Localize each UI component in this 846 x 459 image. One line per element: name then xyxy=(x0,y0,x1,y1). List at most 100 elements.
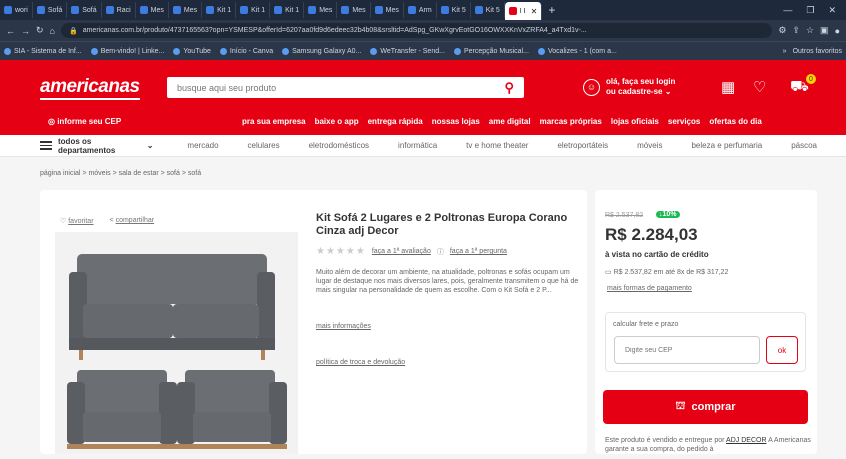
tab-label: Kit 1 xyxy=(285,6,300,14)
buy-button[interactable]: ⛫ comprar xyxy=(603,390,808,424)
bookmark-favicon-icon xyxy=(370,47,378,55)
browser-tab[interactable]: Mes xyxy=(371,2,404,18)
bookmark-star-icon[interactable]: ☆ xyxy=(806,25,814,36)
return-policy-link[interactable]: política de troca e devolução xyxy=(316,359,405,366)
bookmarks-more[interactable]: » xyxy=(783,48,787,55)
category-item[interactable]: eletroportáteis xyxy=(557,141,608,150)
bookmark-item[interactable]: WeTransfer - Send... xyxy=(370,47,445,55)
browser-tab[interactable]: Kit 1 xyxy=(236,2,271,18)
url-field[interactable]: 🔒 americanas.com.br/produto/4737165563?o… xyxy=(60,23,773,38)
browser-tab[interactable]: I I ✕ xyxy=(504,2,543,20)
share-icon[interactable]: ⇪ xyxy=(792,25,800,36)
browser-tab[interactable]: Mes xyxy=(169,2,203,18)
browser-tab[interactable]: Kit 1 xyxy=(202,2,237,18)
category-item[interactable]: beleza e perfumaria xyxy=(691,141,762,150)
sidebar-icon[interactable]: ▣ xyxy=(820,25,829,36)
browser-tab[interactable]: Mes xyxy=(136,2,169,18)
price: R$ 2.284,03 xyxy=(605,225,698,244)
category-item[interactable]: eletrodomésticos xyxy=(309,141,369,150)
category-item[interactable]: informática xyxy=(398,141,437,150)
tab-label: Kit 5 xyxy=(451,6,466,14)
header-nav-links: pra sua empresa baixe o app entrega rápida… xyxy=(242,117,762,126)
forward-icon[interactable]: → xyxy=(21,26,30,36)
bookmark-favicon-icon xyxy=(537,47,545,55)
new-tab-icon[interactable]: + xyxy=(542,3,561,17)
store-icon[interactable]: ▦ xyxy=(721,78,735,96)
bookmark-item[interactable]: Samsung Galaxy A0... xyxy=(282,47,361,55)
product-description: Muito além de decorar um ambiente, na at… xyxy=(316,269,579,294)
bookmark-item[interactable]: Percepção Musical... xyxy=(453,47,529,55)
departments-menu[interactable]: todos os departamentos ⌄ xyxy=(40,137,153,155)
home-icon[interactable]: ⌂ xyxy=(50,26,55,36)
americanas-logo[interactable]: americanas xyxy=(40,76,140,100)
tab-favicon-icon xyxy=(508,7,517,15)
cep-input[interactable] xyxy=(614,336,760,364)
favorite-label: favoritar xyxy=(68,218,94,225)
bookmark-item[interactable]: YouTube xyxy=(173,47,211,55)
minimize-icon[interactable]: — xyxy=(783,5,792,16)
more-payment-link[interactable]: mais formas de pagamento xyxy=(607,285,692,292)
header-nav-link[interactable]: ame digital xyxy=(489,117,531,126)
other-favorites[interactable]: Outros favoritos xyxy=(793,48,842,55)
first-review-link[interactable]: faça a 1ª avaliação xyxy=(372,248,431,255)
url-text: americanas.com.br/produto/4737165563?opn… xyxy=(82,27,587,34)
first-question-link[interactable]: faça a 1ª pergunta xyxy=(450,248,507,255)
category-item[interactable]: tv e home theater xyxy=(466,141,528,150)
tab-close-icon[interactable]: ✕ xyxy=(531,7,538,16)
back-icon[interactable]: ← xyxy=(6,26,15,36)
product-image[interactable] xyxy=(55,232,298,454)
tab-favicon-icon xyxy=(274,6,283,14)
browser-tab[interactable]: wori xyxy=(0,2,33,18)
header-nav-link[interactable]: entrega rápida xyxy=(368,117,423,126)
category-item[interactable]: mercado xyxy=(187,141,218,150)
login-button[interactable]: ☺ olá, faça seu login ou cadastre-se ⌄ xyxy=(583,77,675,97)
reload-icon[interactable]: ↻ xyxy=(36,25,44,36)
login-line1: olá, faça seu login xyxy=(606,77,676,86)
profile-avatar[interactable]: ● xyxy=(835,26,840,36)
header-nav-link[interactable]: marcas próprias xyxy=(540,117,602,126)
search-input[interactable]: busque aqui seu produto ⚲ xyxy=(167,77,524,98)
category-item[interactable]: páscoa xyxy=(791,141,817,150)
search-icon[interactable]: ⚲ xyxy=(504,80,514,96)
ok-button[interactable]: ok xyxy=(766,336,798,364)
cep-link[interactable]: ◎ informe seu CEP xyxy=(48,117,121,126)
tab-label: Arm xyxy=(418,6,432,14)
browser-tab[interactable]: Kit 5 xyxy=(437,2,471,18)
bookmark-item[interactable]: SIA - Sistema de Inf... xyxy=(4,47,82,55)
bookmark-item[interactable]: Bem-vindo! | Linke... xyxy=(90,47,165,55)
share-button[interactable]: < compartilhar xyxy=(110,217,155,225)
header-nav-link[interactable]: pra sua empresa xyxy=(242,117,306,126)
bookmark-label: YouTube xyxy=(183,47,211,55)
browser-tab[interactable]: Kit 1 xyxy=(270,2,305,18)
extension-icon[interactable]: ⚙ xyxy=(778,25,786,36)
restore-icon[interactable]: ❐ xyxy=(806,5,814,16)
category-item[interactable]: móveis xyxy=(637,141,662,150)
bookmark-item[interactable]: Vocalizes - 1 (com a... xyxy=(537,47,617,55)
browser-tab[interactable]: Mes xyxy=(337,2,371,18)
header-nav-link[interactable]: ofertas do dia xyxy=(709,117,761,126)
bookmark-label: Bem-vindo! | Linke... xyxy=(100,47,165,55)
header-nav-link[interactable]: serviços xyxy=(668,117,700,126)
browser-tab[interactable]: Arm xyxy=(404,2,437,18)
browser-tab[interactable]: Kit 5 xyxy=(471,2,505,18)
bookmark-item[interactable]: Início - Canva xyxy=(219,47,274,55)
bookmark-label: Início - Canva xyxy=(229,47,274,55)
user-icon: ☺ xyxy=(583,78,600,96)
header-nav-link[interactable]: nossas lojas xyxy=(432,117,480,126)
category-item[interactable]: celulares xyxy=(248,141,280,150)
browser-tab[interactable]: Sofá xyxy=(33,2,68,18)
heart-icon[interactable]: ♡ xyxy=(753,78,766,96)
browser-tab[interactable]: Mes xyxy=(304,2,338,18)
tab-favicon-icon xyxy=(240,6,249,14)
close-window-icon[interactable]: ✕ xyxy=(828,5,836,16)
header-nav-link[interactable]: lojas oficiais xyxy=(611,117,659,126)
more-info-link[interactable]: mais informações xyxy=(316,323,371,330)
browser-tab[interactable]: Sofá xyxy=(67,2,102,18)
seller-link[interactable]: ADJ DECOR xyxy=(726,437,766,444)
favorite-button[interactable]: ♡ favoritar xyxy=(60,217,94,225)
tab-label: Sofá xyxy=(82,6,97,14)
header-nav-link[interactable]: baixe o app xyxy=(315,117,359,126)
tab-favicon-icon xyxy=(341,6,350,14)
browser-tab[interactable]: Raci xyxy=(102,2,136,18)
bookmark-favicon-icon xyxy=(90,47,98,55)
